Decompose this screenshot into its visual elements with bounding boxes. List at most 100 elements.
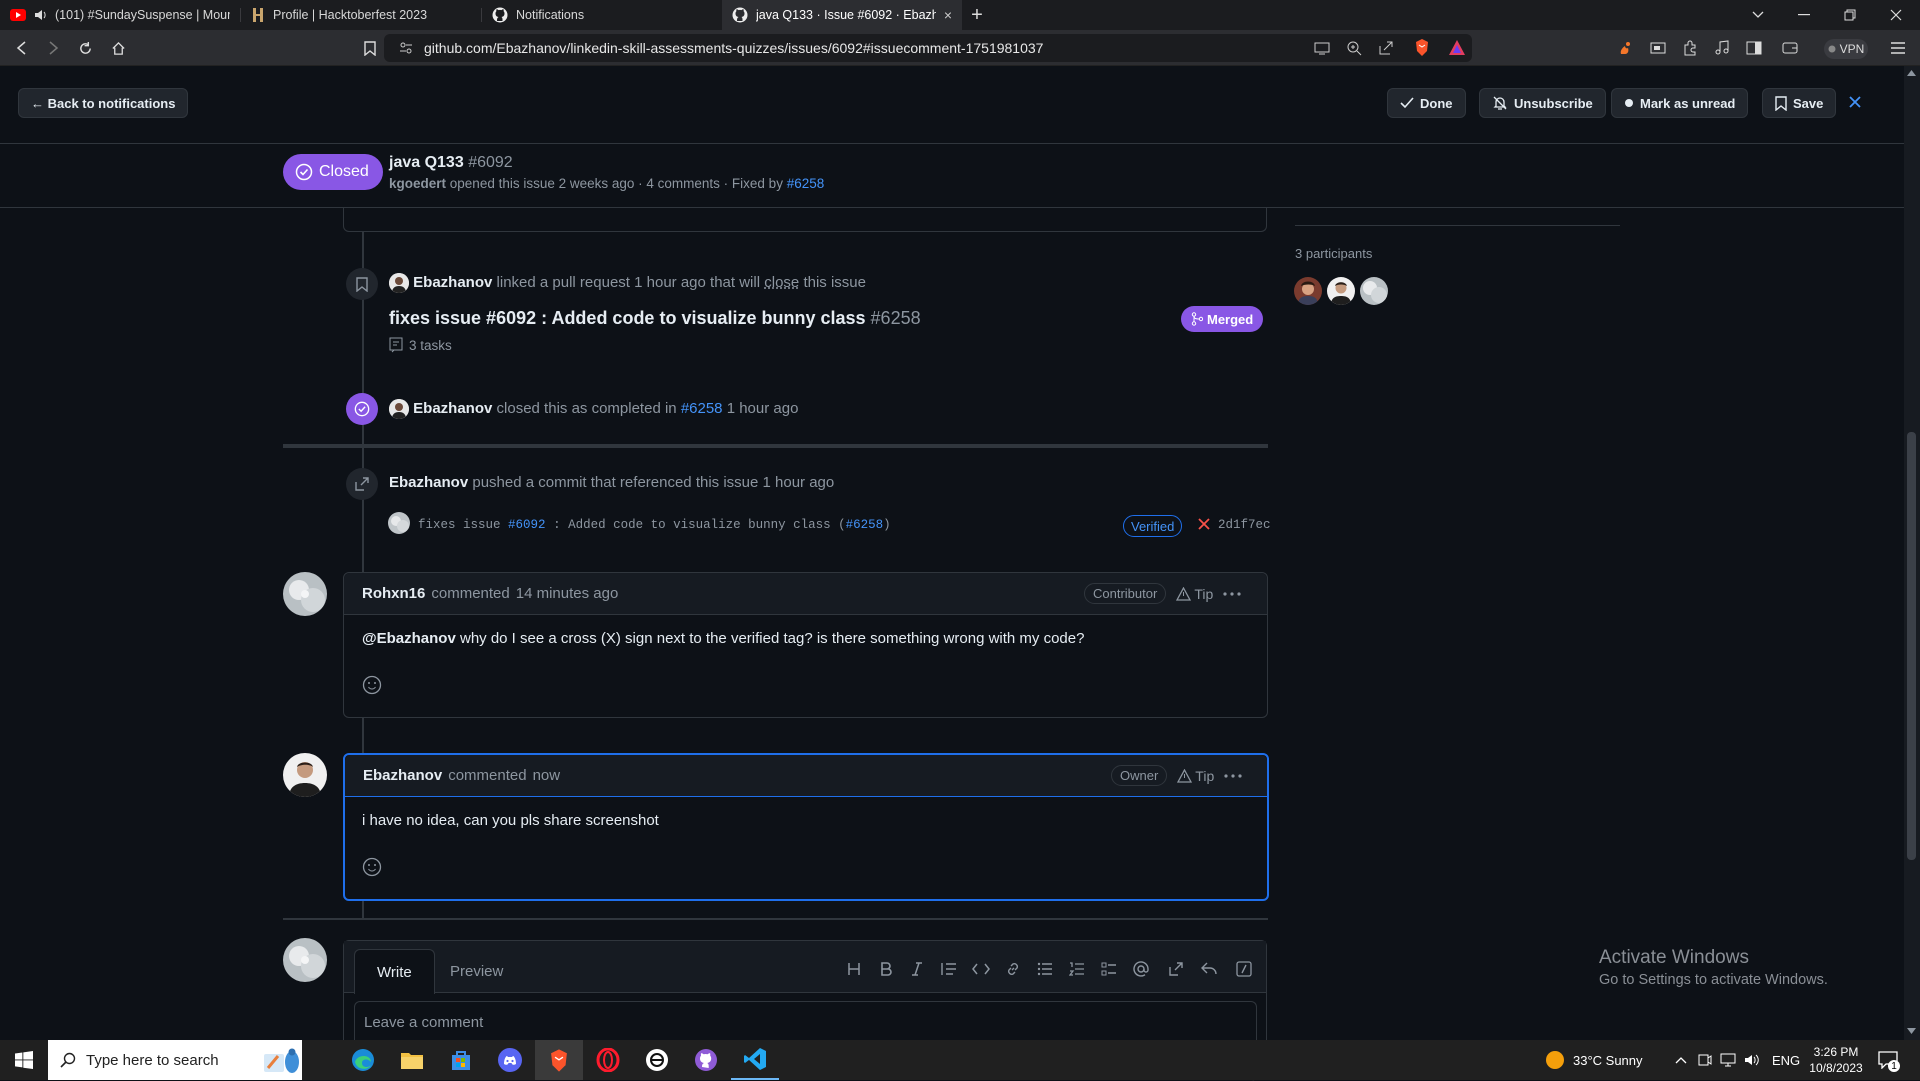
chatgpt-icon[interactable] bbox=[633, 1040, 681, 1080]
media-icon[interactable] bbox=[1710, 36, 1734, 60]
browser-tab-notifications[interactable]: Notifications bbox=[482, 0, 722, 30]
scroll-up-icon[interactable] bbox=[1907, 70, 1916, 76]
unsubscribe-button[interactable]: Unsubscribe bbox=[1479, 88, 1606, 118]
tray-overflow-icon[interactable] bbox=[1675, 1040, 1687, 1080]
avatar[interactable] bbox=[283, 938, 327, 982]
verified-badge[interactable]: Verified bbox=[1123, 515, 1183, 537]
add-reaction-icon[interactable] bbox=[362, 675, 386, 699]
quote-icon[interactable] bbox=[939, 959, 959, 979]
comment-time[interactable]: now bbox=[533, 767, 561, 784]
participant-avatar[interactable] bbox=[1294, 277, 1322, 305]
event-user[interactable]: Ebazhanov bbox=[413, 400, 492, 417]
event-user[interactable]: Ebazhanov bbox=[389, 474, 468, 491]
vscode-icon[interactable] bbox=[731, 1040, 779, 1080]
cast-icon[interactable] bbox=[1314, 41, 1330, 55]
link-icon[interactable] bbox=[1003, 959, 1023, 979]
wallet-icon[interactable] bbox=[1646, 36, 1670, 60]
windows-start-icon[interactable] bbox=[0, 1040, 48, 1080]
clock[interactable]: 3:26 PM 10/8/2023 bbox=[1808, 1040, 1864, 1080]
avatar[interactable] bbox=[389, 273, 409, 293]
event-user[interactable]: Ebazhanov bbox=[413, 274, 492, 291]
avatar[interactable] bbox=[389, 399, 409, 419]
browser-tab-issue[interactable]: java Q133 · Issue #6092 · Ebazhan × bbox=[722, 0, 962, 30]
extension-icon[interactable] bbox=[1614, 36, 1638, 60]
linked-pr-title[interactable]: fixes issue #6092 : Added code to visual… bbox=[389, 308, 866, 328]
browser-tab-youtube[interactable]: (101) #SundaySuspense | Moumac bbox=[0, 0, 240, 30]
comment-author[interactable]: Ebazhanov bbox=[363, 767, 442, 784]
event-time[interactable]: 1 hour ago bbox=[727, 400, 799, 417]
tab-preview[interactable]: Preview bbox=[428, 949, 525, 994]
vpn-button[interactable]: VPN bbox=[1824, 39, 1868, 59]
back-to-notifications-button[interactable]: ← Back to notifications bbox=[18, 88, 189, 118]
issue-author[interactable]: kgoedert bbox=[389, 176, 446, 191]
reply-icon[interactable] bbox=[1199, 959, 1219, 979]
brave-icon[interactable] bbox=[535, 1040, 583, 1080]
close-icon[interactable] bbox=[1848, 95, 1862, 109]
event-time[interactable]: 1 hour ago bbox=[763, 474, 835, 491]
file-explorer-icon[interactable] bbox=[388, 1040, 436, 1080]
microsoft-store-icon[interactable] bbox=[437, 1040, 485, 1080]
tip-button[interactable]: Tip bbox=[1177, 768, 1214, 784]
address-bar[interactable]: github.com/Ebazhanov/linkedin-skill-asse… bbox=[384, 34, 1472, 62]
commit-msg-ref[interactable]: #6092 bbox=[508, 518, 546, 532]
heading-icon[interactable] bbox=[844, 959, 864, 979]
language-indicator[interactable]: ENG bbox=[1772, 1040, 1800, 1080]
kebab-menu-icon[interactable] bbox=[1224, 773, 1242, 778]
brave-rewards-icon[interactable] bbox=[1448, 39, 1466, 56]
close-tab-icon[interactable]: × bbox=[944, 7, 952, 23]
participant-avatar[interactable] bbox=[1327, 277, 1355, 305]
puzzle-icon[interactable] bbox=[1678, 36, 1702, 60]
mention-link[interactable]: @Ebazhanov bbox=[362, 630, 456, 647]
slash-commands-icon[interactable] bbox=[1234, 959, 1254, 979]
volume-icon[interactable] bbox=[1744, 1040, 1760, 1080]
commit-sha[interactable]: 2d1f7ec bbox=[1218, 518, 1271, 532]
edge-icon[interactable] bbox=[339, 1040, 387, 1080]
fixed-by-link[interactable]: #6258 bbox=[787, 176, 825, 191]
comment-time[interactable]: 14 minutes ago bbox=[516, 585, 619, 602]
close-window-icon[interactable] bbox=[1873, 0, 1919, 30]
task-list-icon[interactable] bbox=[1099, 959, 1119, 979]
save-button[interactable]: Save bbox=[1762, 88, 1837, 118]
tab-search-icon[interactable] bbox=[1735, 0, 1781, 30]
browser-tab-hacktoberfest[interactable]: Profile | Hacktoberfest 2023 bbox=[241, 0, 481, 30]
commit-msg-ref[interactable]: #6258 bbox=[846, 518, 884, 532]
avatar[interactable] bbox=[283, 753, 327, 797]
zoom-icon[interactable] bbox=[1346, 40, 1362, 56]
ordered-list-icon[interactable] bbox=[1067, 959, 1087, 979]
github-desktop-icon[interactable] bbox=[682, 1040, 730, 1080]
bookmark-icon[interactable] bbox=[358, 36, 382, 60]
mark-as-unread-button[interactable]: Mark as unread bbox=[1611, 88, 1749, 118]
comment-author[interactable]: Rohxn16 bbox=[362, 585, 425, 602]
restore-icon[interactable] bbox=[1827, 0, 1873, 30]
opera-icon[interactable] bbox=[584, 1040, 632, 1080]
discord-icon[interactable] bbox=[486, 1040, 534, 1080]
url-text[interactable]: github.com/Ebazhanov/linkedin-skill-asse… bbox=[424, 40, 1043, 56]
event-time[interactable]: 1 hour ago bbox=[634, 274, 706, 291]
share-icon[interactable] bbox=[1378, 40, 1394, 56]
unordered-list-icon[interactable] bbox=[1035, 959, 1055, 979]
menu-icon[interactable] bbox=[1886, 36, 1910, 60]
minimize-icon[interactable] bbox=[1781, 0, 1827, 30]
tab-write[interactable]: Write bbox=[354, 949, 435, 994]
reload-icon[interactable] bbox=[73, 36, 97, 60]
brave-shields-icon[interactable] bbox=[1414, 38, 1430, 57]
crypto-wallet-icon[interactable] bbox=[1778, 36, 1802, 60]
closed-ref-link[interactable]: #6258 bbox=[681, 400, 723, 417]
scrollbar-thumb[interactable] bbox=[1907, 432, 1916, 860]
reference-icon[interactable] bbox=[1166, 959, 1186, 979]
x-icon[interactable] bbox=[1198, 518, 1210, 530]
close-keyword[interactable]: close bbox=[764, 274, 799, 291]
meet-now-icon[interactable] bbox=[1698, 1040, 1712, 1080]
tip-button[interactable]: Tip bbox=[1176, 586, 1213, 602]
home-icon[interactable] bbox=[106, 36, 130, 60]
weather-widget[interactable]: 33°C Sunny bbox=[1545, 1040, 1643, 1080]
back-arrow-icon[interactable] bbox=[10, 36, 34, 60]
speaker-icon[interactable] bbox=[34, 9, 47, 21]
taskbar-search-box[interactable]: Type here to search bbox=[48, 1040, 302, 1080]
sidebar-icon[interactable] bbox=[1742, 36, 1766, 60]
mention-icon[interactable] bbox=[1131, 959, 1151, 979]
forward-arrow-icon[interactable] bbox=[41, 36, 65, 60]
code-icon[interactable] bbox=[971, 959, 991, 979]
kebab-menu-icon[interactable] bbox=[1223, 591, 1241, 596]
avatar[interactable] bbox=[388, 512, 410, 534]
